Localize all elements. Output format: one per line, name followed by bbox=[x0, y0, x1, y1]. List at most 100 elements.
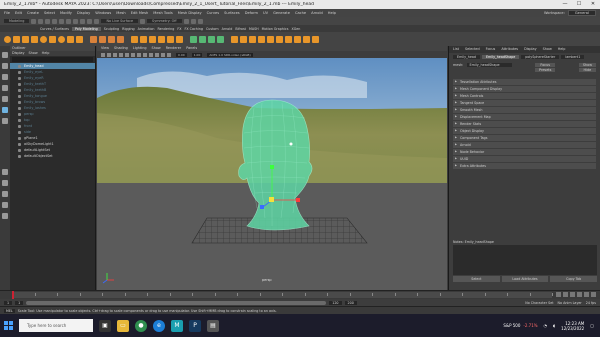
xray-icon[interactable] bbox=[161, 52, 165, 57]
manip-x-handle[interactable] bbox=[296, 198, 300, 202]
menu-cache[interactable]: Cache bbox=[295, 11, 306, 15]
fill-hole-icon[interactable] bbox=[176, 35, 183, 43]
node-tab-transform[interactable]: Emily_head bbox=[453, 55, 480, 59]
auto-uv-icon[interactable] bbox=[240, 35, 247, 43]
shelf-tab-rendering[interactable]: Rendering bbox=[157, 27, 174, 31]
unfold-uv-icon[interactable] bbox=[276, 35, 283, 43]
layout-persp-outliner-icon[interactable] bbox=[2, 202, 8, 208]
manip-z-handle[interactable] bbox=[260, 205, 264, 209]
character-set-dropdown[interactable]: No Character Set bbox=[525, 301, 553, 305]
step-back-icon[interactable] bbox=[563, 292, 568, 297]
select-object-icon[interactable] bbox=[66, 18, 72, 24]
menu-uv[interactable]: UV bbox=[263, 11, 268, 15]
shelf-tab-poly-modeling[interactable]: Poly Modeling bbox=[71, 26, 101, 31]
time-slider[interactable] bbox=[0, 290, 600, 299]
bookmark-icon[interactable] bbox=[107, 52, 111, 57]
attribute-section-header[interactable]: Node Behavior bbox=[453, 148, 596, 156]
go-to-end-icon[interactable] bbox=[591, 292, 596, 297]
render-settings-icon[interactable] bbox=[197, 18, 203, 24]
end-time-field[interactable]: 200 bbox=[344, 300, 357, 305]
resolution-gate-field[interactable]: 0.00 bbox=[176, 52, 187, 57]
bevel-icon[interactable] bbox=[158, 35, 165, 43]
textured-icon[interactable] bbox=[137, 52, 141, 57]
live-surface-field[interactable]: No Live Surface bbox=[101, 19, 139, 23]
menu-mesh[interactable]: Mesh bbox=[116, 11, 125, 15]
planar-uv-icon[interactable] bbox=[231, 35, 238, 43]
store-icon[interactable]: ▤ bbox=[207, 319, 219, 332]
ae-menu-show[interactable]: Show bbox=[543, 46, 552, 53]
shelf-tab-custom[interactable]: Custom bbox=[206, 27, 219, 31]
attribute-section-header[interactable]: Tangent Space bbox=[453, 99, 596, 107]
smooth-icon[interactable] bbox=[108, 35, 115, 43]
menu-select[interactable]: Select bbox=[44, 11, 55, 15]
shelf-tab-fx[interactable]: FX bbox=[177, 27, 181, 31]
image-plane-icon[interactable] bbox=[113, 52, 117, 57]
attribute-section-header[interactable]: Smooth Mesh bbox=[453, 106, 596, 114]
shelf-tab-xgen[interactable]: XGen bbox=[291, 27, 300, 31]
paint-select-icon[interactable] bbox=[2, 74, 8, 80]
cut-uv-icon[interactable] bbox=[258, 35, 265, 43]
platonic-solid-icon[interactable] bbox=[67, 35, 74, 43]
attribute-section-header[interactable]: Displacement Map bbox=[453, 113, 596, 121]
menu-edit-mesh[interactable]: Edit Mesh bbox=[131, 11, 149, 15]
menu-mesh-tools[interactable]: Mesh Tools bbox=[153, 11, 172, 15]
attribute-section-header[interactable]: Mesh Component Display bbox=[453, 85, 596, 93]
attribute-section-header[interactable]: Mesh Controls bbox=[453, 92, 596, 100]
edge-icon[interactable]: e bbox=[153, 319, 165, 332]
shadows-icon[interactable] bbox=[149, 52, 153, 57]
taskbar-search-input[interactable]: Type here to search bbox=[19, 319, 93, 332]
ae-menu-help[interactable]: Help bbox=[558, 46, 566, 53]
play-back-icon[interactable] bbox=[570, 292, 575, 297]
attribute-section-header[interactable]: Extra Attributes bbox=[453, 162, 596, 170]
quad-draw-icon[interactable] bbox=[217, 35, 224, 43]
boolean-icon[interactable] bbox=[117, 35, 124, 43]
outliner-item[interactable]: defaultObjectSet bbox=[10, 153, 95, 159]
range-end-field[interactable]: 120 bbox=[329, 300, 342, 305]
render-icon[interactable] bbox=[183, 18, 189, 24]
isolate-select-icon[interactable] bbox=[167, 52, 171, 57]
minimize-button[interactable]: — bbox=[558, 0, 572, 9]
ambient-occlusion-icon[interactable] bbox=[155, 52, 159, 57]
bridge-icon[interactable] bbox=[149, 35, 156, 43]
node-tab-poly[interactable]: polySphereStarter bbox=[521, 55, 560, 59]
script-language-toggle[interactable]: MEL bbox=[4, 308, 15, 313]
extrude-icon[interactable] bbox=[140, 35, 147, 43]
poly-plane-icon[interactable] bbox=[49, 35, 56, 43]
camera-attributes-icon[interactable] bbox=[101, 52, 105, 57]
menu-display[interactable]: Display bbox=[77, 11, 90, 15]
rotate-tool-icon[interactable] bbox=[2, 96, 8, 102]
sew-uv-icon[interactable] bbox=[267, 35, 274, 43]
snap-curve-icon[interactable] bbox=[87, 18, 93, 24]
outliner-menu-display[interactable]: Display bbox=[12, 51, 25, 56]
select-hierarchy-icon[interactable] bbox=[59, 18, 65, 24]
current-time-marker[interactable] bbox=[12, 291, 14, 299]
menu-deform[interactable]: Deform bbox=[245, 11, 258, 15]
go-to-start-icon[interactable] bbox=[556, 292, 561, 297]
manip-center-handle[interactable] bbox=[269, 197, 274, 202]
play-forward-icon[interactable] bbox=[577, 292, 582, 297]
lasso-tool-icon[interactable] bbox=[2, 63, 8, 69]
shelf-tab-bifrost[interactable]: Bifrost bbox=[235, 27, 246, 31]
ae-menu-focus[interactable]: Focus bbox=[486, 46, 496, 53]
stock-widget[interactable]: S&P 500 -2.71% bbox=[503, 323, 537, 328]
ae-menu-display[interactable]: Display bbox=[524, 46, 537, 53]
fps-dropdown[interactable]: 24 fps bbox=[586, 301, 596, 305]
poly-cylinder-icon[interactable] bbox=[22, 35, 29, 43]
shelf-tab-animation[interactable]: Animation bbox=[138, 27, 155, 31]
poly-torus-icon[interactable] bbox=[40, 35, 47, 43]
outliner-search-input[interactable] bbox=[12, 57, 93, 62]
attribute-section-header[interactable]: Tessellation Attributes bbox=[453, 79, 596, 86]
super-shape-icon[interactable] bbox=[76, 35, 83, 43]
attribute-section-header[interactable]: UUID bbox=[453, 155, 596, 163]
mirror-icon[interactable] bbox=[131, 35, 138, 43]
combine-icon[interactable] bbox=[90, 35, 97, 43]
undo-icon[interactable] bbox=[45, 18, 51, 24]
sculpt-icon[interactable] bbox=[294, 35, 301, 43]
workspace-dropdown[interactable]: General bbox=[567, 10, 596, 16]
attribute-section-header[interactable]: Arnold bbox=[453, 141, 596, 149]
menu-modify[interactable]: Modify bbox=[60, 11, 72, 15]
ae-menu-list[interactable]: List bbox=[453, 46, 459, 53]
copy-tab-button[interactable]: Copy Tab bbox=[550, 276, 598, 282]
select-button[interactable]: Select bbox=[453, 276, 500, 282]
select-component-icon[interactable] bbox=[73, 18, 79, 24]
